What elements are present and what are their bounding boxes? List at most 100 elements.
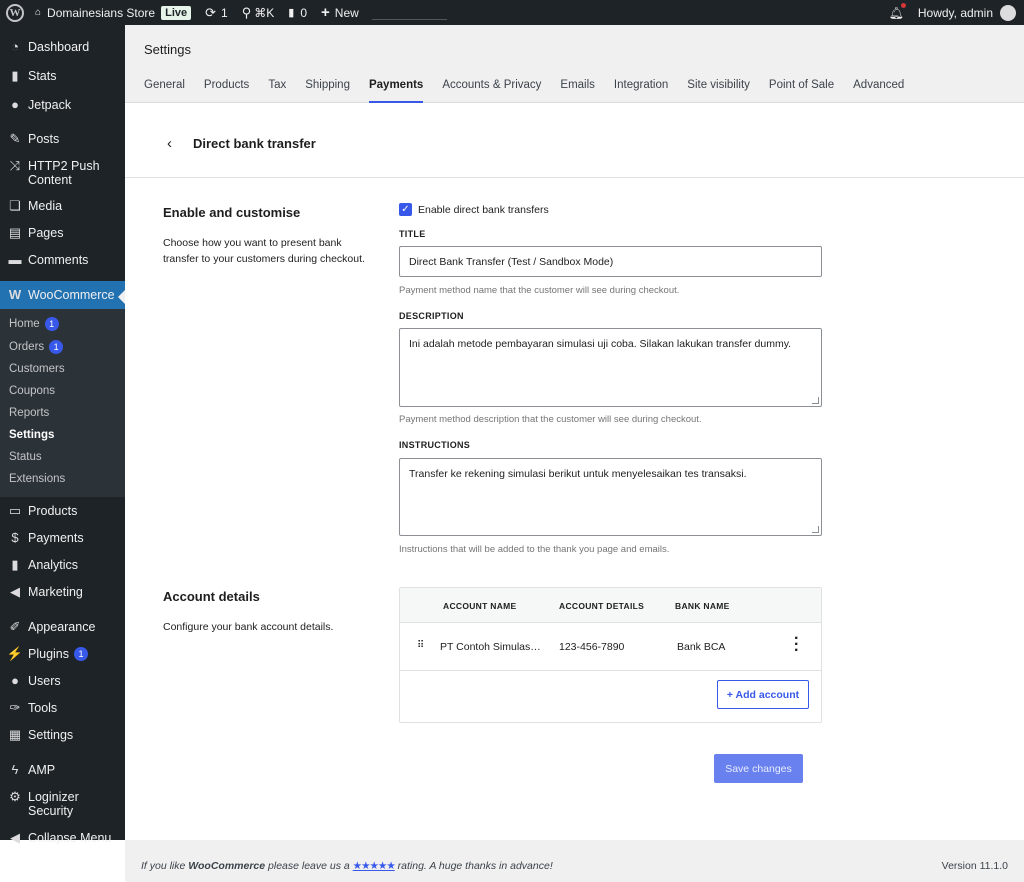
sidebar-item-users[interactable]: ● Users [0,667,125,694]
column-bank-name: BANK NAME [675,601,730,611]
account-table-header: ACCOUNT NAME ACCOUNT DETAILS BANK NAME [400,588,821,623]
sidebar-item-dashboard[interactable]: ◔ Dashboard [0,31,125,60]
account-menu[interactable]: Howdy, admin [911,0,1024,25]
resize-handle-icon[interactable] [812,397,819,404]
tab-point-of-sale[interactable]: Point of Sale [769,79,834,103]
refresh-icon: ⟳ [205,4,217,20]
back-button[interactable]: ‹ [167,135,172,152]
comments-link[interactable]: ▮ 0 [281,0,314,25]
submenu-item-coupons[interactable]: Coupons [0,381,125,403]
submenu-item-status[interactable]: Status [0,447,125,469]
menu-separator [0,118,125,126]
sidebar-item-label: Plugins [28,647,69,661]
save-changes-button[interactable]: Save changes [714,754,803,783]
sidebar-item-http2[interactable]: ⤨ HTTP2 Push Content [0,152,125,193]
sidebar-item-label: AMP [28,763,56,777]
sidebar-item-label: Users [28,674,61,688]
comments-icon: ▬ [8,252,22,267]
sidebar-item-loginizer[interactable]: ⚙ Loginizer Security [0,783,125,824]
submenu-item-customers[interactable]: Customers [0,359,125,381]
updates-link[interactable]: ⟳ 1 [198,0,235,25]
sidebar-item-label: Dashboard [28,40,90,54]
settings-icon: ▦ [8,727,22,742]
instructions-textarea[interactable]: Transfer ke rekening simulasi berikut un… [399,458,822,536]
products-icon: ▭ [8,503,22,518]
resize-handle-icon[interactable] [812,526,819,533]
tab-integration[interactable]: Integration [614,79,668,103]
sidebar-item-tools[interactable]: ✑ Tools [0,694,125,721]
tab-products[interactable]: Products [204,79,249,103]
footer-text-mid: please leave us a [265,860,353,872]
settings-tabs: General Products Tax Shipping Payments A… [144,79,923,103]
tab-payments[interactable]: Payments [368,79,424,103]
new-label: New [334,5,359,20]
sidebar-item-jetpack[interactable]: ● Jetpack [0,89,125,118]
bank-name-cell: Bank BCA [677,641,726,653]
title-input[interactable]: Direct Bank Transfer (Test / Sandbox Mod… [399,246,822,277]
sidebar-item-woocommerce[interactable]: W WooCommerce [0,281,125,309]
tab-emails[interactable]: Emails [560,79,595,103]
collapse-menu-button[interactable]: ◀ Collapse Menu [0,824,125,851]
wordpress-logo-button[interactable]: W [0,0,31,25]
sidebar-item-posts[interactable]: ✎ Posts [0,126,125,152]
sidebar-item-pages[interactable]: ▤ Pages [0,219,125,246]
footer-rating-text: If you like WooCommerce please leave us … [141,860,553,872]
tab-tax[interactable]: Tax [268,79,286,103]
sidebar-item-stats[interactable]: ▮ Stats [0,60,125,89]
sidebar-item-comments[interactable]: ▬ Comments [0,246,125,274]
collapse-icon: ◀ [10,830,20,845]
submenu-item-orders[interactable]: Orders 1 [0,336,125,359]
stats-icon: ▮ [11,68,19,83]
search-command-button[interactable]: ⚲ ⌘K [235,0,282,25]
sidebar-item-label: Comments [28,253,89,267]
sidebar-item-settings[interactable]: ▦ Settings [0,721,125,749]
title-help-text: Payment method name that the customer wi… [399,285,680,296]
submenu-item-extensions[interactable]: Extensions [0,469,125,491]
rating-stars-link[interactable]: ★★★★★ [353,860,396,872]
table-row: ⠿ PT Contoh Simulas… 123-456-7890 Bank B… [400,623,821,671]
title-field-label: TITLE [399,229,426,239]
description-textarea[interactable]: Ini adalah metode pembayaran simulasi uj… [399,328,822,407]
sidebar-item-plugins[interactable]: ⚡ Plugins 1 [0,640,125,667]
sidebar-item-label: Posts [28,132,60,146]
account-name-cell: PT Contoh Simulas… [440,641,541,653]
footer-brand: WooCommerce [188,860,266,872]
tab-general[interactable]: General [144,79,185,103]
sidebar-item-label: Settings [28,728,74,742]
pages-icon: ▤ [8,225,22,240]
sidebar-item-label: Media [28,199,63,213]
sidebar-item-label: HTTP2 Push Content [28,159,100,187]
description-text: Ini adalah metode pembayaran simulasi uj… [409,338,792,350]
tab-advanced[interactable]: Advanced [853,79,904,103]
instructions-text: Transfer ke rekening simulasi berikut un… [409,468,747,480]
tab-site-visibility[interactable]: Site visibility [687,79,750,103]
sidebar-item-analytics[interactable]: ▮ Analytics [0,551,125,578]
site-name-link[interactable]: ⌂ Domainesians Store Live [31,0,198,25]
menu-separator [0,606,125,614]
submenu-item-reports[interactable]: Reports [0,403,125,425]
sidebar-item-marketing[interactable]: ◀ Marketing [0,578,125,606]
drag-handle-icon[interactable]: ⠿ [417,640,424,651]
search-shortcut: ⌘K [254,5,275,20]
row-actions-kebab-icon[interactable]: · · · [794,631,799,659]
sidebar-item-label: Appearance [28,620,96,634]
sidebar-item-label: Pages [28,226,64,240]
sidebar-item-products[interactable]: ▭ Products [0,497,125,524]
add-account-button[interactable]: + Add account [717,680,809,709]
submenu-label: Orders [9,340,45,353]
notifications-button[interactable]: 🔔︎ [882,0,911,25]
brush-icon: ✐ [9,619,21,634]
submenu-item-home[interactable]: Home 1 [0,313,125,336]
sidebar-item-amp[interactable]: ϟ AMP [0,757,125,783]
sidebar-item-appearance[interactable]: ✐ Appearance [0,614,125,640]
enable-section-description: Choose how you want to present bank tran… [163,237,365,265]
submenu-item-settings[interactable]: Settings [0,425,125,447]
enable-bank-transfer-checkbox[interactable]: ✓ [399,203,412,216]
tab-accounts-privacy[interactable]: Accounts & Privacy [442,79,541,103]
sidebar-item-label: Stats [28,69,57,83]
sidebar-item-media[interactable]: ❏ Media [0,193,125,219]
new-content-link[interactable]: + New [314,0,366,25]
woocommerce-submenu: Home 1 Orders 1 Customers Coupons Report… [0,309,125,497]
tab-shipping[interactable]: Shipping [305,79,350,103]
sidebar-item-payments[interactable]: $ Payments [0,524,125,551]
